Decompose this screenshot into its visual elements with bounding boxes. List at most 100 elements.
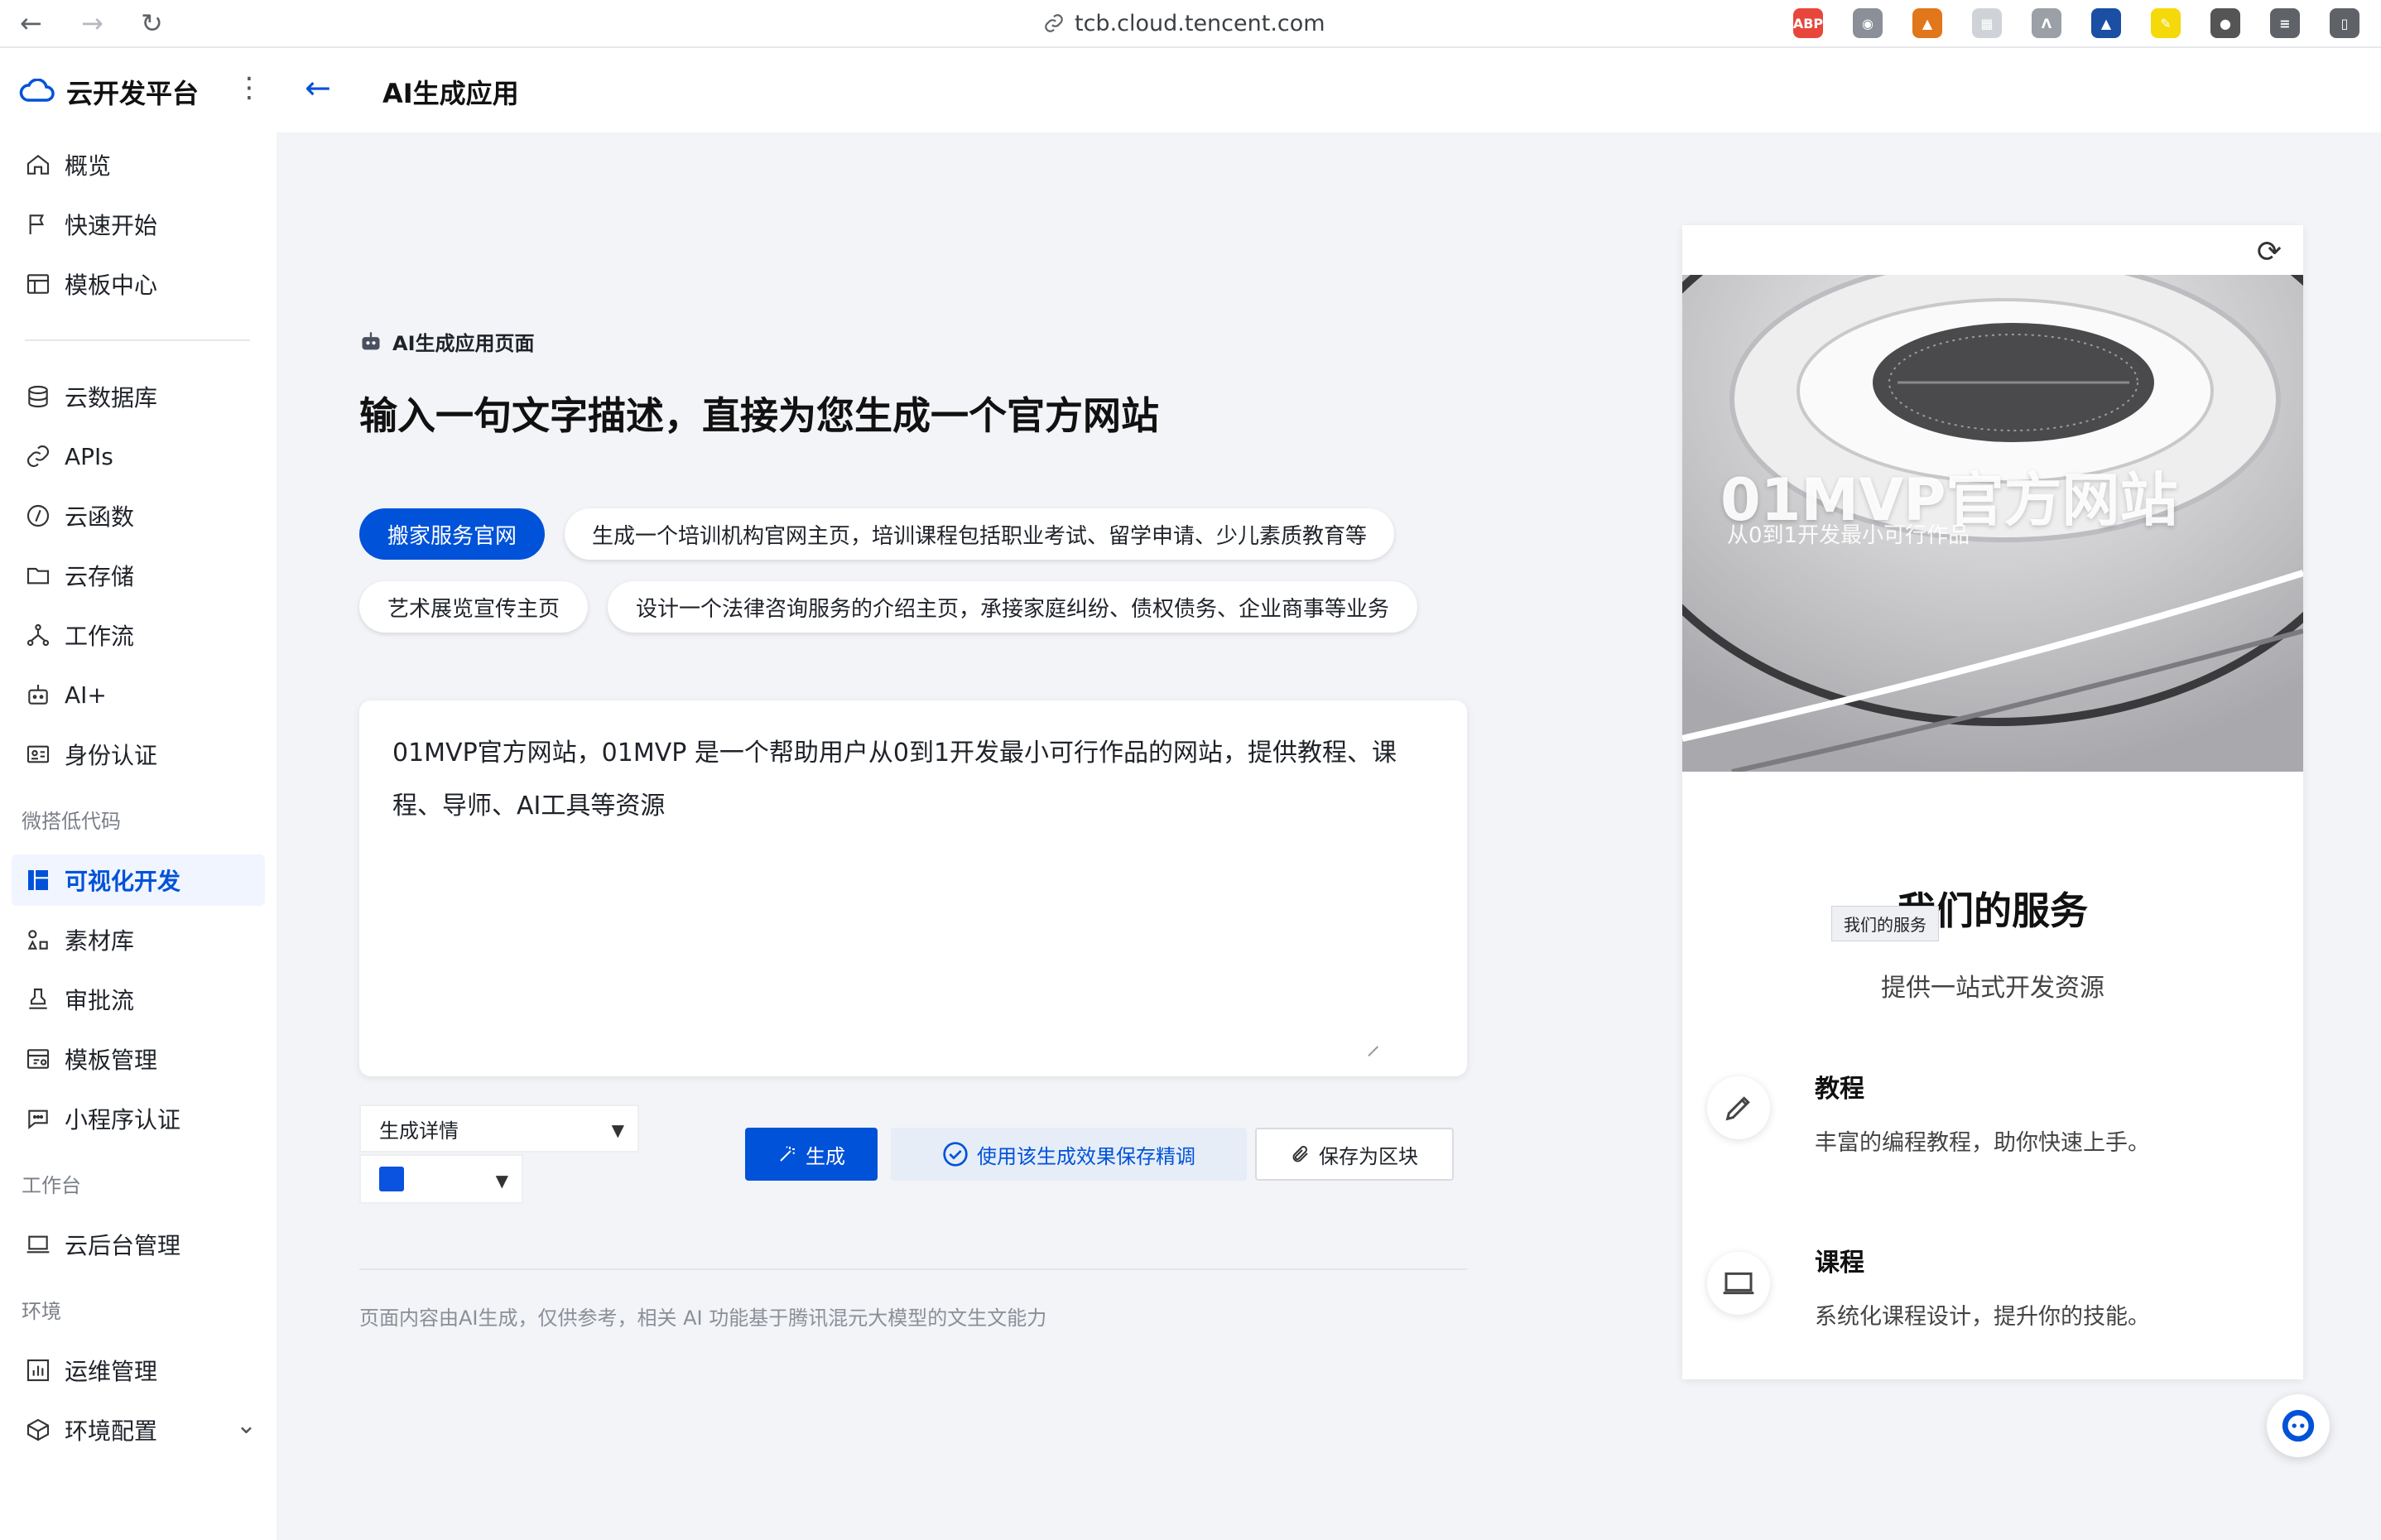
sidebar-item-label: 身份认证 bbox=[65, 742, 158, 769]
resize-handle-icon[interactable] bbox=[1358, 1036, 1379, 1057]
feature-desc: 丰富的编程教程，助你快速上手。 bbox=[1815, 1130, 2150, 1156]
mortarboard-icon[interactable]: ▲ bbox=[2091, 8, 2121, 38]
robot-icon bbox=[23, 680, 53, 710]
color-swatch bbox=[379, 1167, 404, 1191]
save-finetune-button[interactable]: 使用该生成效果保存精调 bbox=[891, 1128, 1247, 1181]
adblock-icon[interactable]: ABP bbox=[1793, 8, 1823, 38]
sidebar-item-label: 审批流 bbox=[65, 987, 135, 1014]
sidebar-item-label: 模板中心 bbox=[65, 272, 158, 299]
section-label-env: 环境 bbox=[22, 1300, 61, 1323]
sidebar-item-cloud-admin[interactable]: 云后台管理 bbox=[12, 1219, 265, 1270]
brand[interactable]: 云开发平台 bbox=[18, 73, 199, 111]
highlighter-icon[interactable]: ✎ bbox=[2151, 8, 2181, 38]
link-icon bbox=[23, 441, 53, 471]
database-icon bbox=[23, 382, 53, 411]
services-tooltip: 我们的服务 bbox=[1831, 906, 1939, 941]
feature-title: 课程 bbox=[1815, 1249, 1864, 1278]
save-finetune-label: 使用该生成效果保存精调 bbox=[977, 1144, 1195, 1168]
sidebar-item-label: 概览 bbox=[65, 152, 112, 180]
sidebar-item-label: 云后台管理 bbox=[65, 1232, 181, 1259]
sidebar-item-label: 运维管理 bbox=[65, 1358, 158, 1385]
chevron-down-icon: ▼ bbox=[495, 1171, 508, 1191]
magic-wand-icon bbox=[780, 1146, 796, 1162]
chat-bubble-icon bbox=[23, 1104, 53, 1133]
sidebar-item-env-config[interactable]: 环境配置 ⌄ bbox=[12, 1404, 265, 1456]
sidebar-item-label: 快速开始 bbox=[65, 212, 158, 239]
fox-icon[interactable]: ▲ bbox=[1912, 8, 1942, 38]
sidebar-item-miniprogram-auth[interactable]: 小程序认证 bbox=[12, 1093, 265, 1144]
home-icon bbox=[23, 150, 53, 180]
check-circle-icon bbox=[943, 1142, 968, 1167]
feature-title: 教程 bbox=[1815, 1075, 1864, 1104]
sidebar-item-template-mgmt[interactable]: 模板管理 bbox=[12, 1033, 265, 1085]
laptop-icon bbox=[23, 1230, 53, 1259]
laptop-icon bbox=[1707, 1252, 1770, 1315]
sidebar-item-visual-dev[interactable]: 可视化开发 bbox=[12, 854, 265, 906]
assistant-chat-button[interactable] bbox=[2267, 1394, 2330, 1457]
sidebar-item-quick-start[interactable]: 快速开始 bbox=[12, 199, 265, 250]
sidebar-item-database[interactable]: 云数据库 bbox=[12, 371, 265, 422]
browser-back-icon[interactable]: ← bbox=[20, 7, 42, 40]
extensions-row: ABP ◉ ▲ ▦ Λ ▲ ✎ ● ≡ ▯ bbox=[1793, 8, 2359, 38]
sidebar-toggle-icon[interactable]: ▯ bbox=[2330, 8, 2359, 38]
bar-chart-icon bbox=[23, 1355, 53, 1385]
stamp-icon bbox=[23, 984, 53, 1014]
suggestion-chip[interactable]: 生成一个培训机构官网主页，培训课程包括职业考试、留学申请、少儿素质教育等 bbox=[565, 508, 1394, 560]
hero-subtitle: 从0到1开发最小可行作品 bbox=[1727, 523, 1970, 548]
suggestion-chip[interactable]: 设计一个法律咨询服务的介绍主页，承接家庭纠纷、债权债务、企业商事等业务 bbox=[608, 581, 1417, 633]
brand-name: 云开发平台 bbox=[66, 78, 200, 109]
section-label-lowcode: 微搭低代码 bbox=[22, 810, 121, 833]
sidebar-item-ops[interactable]: 运维管理 bbox=[12, 1345, 265, 1396]
color-select[interactable]: ▼ bbox=[359, 1154, 523, 1204]
suggestion-chip[interactable]: 搬家服务官网 bbox=[359, 508, 545, 560]
page-header: ← AI生成应用 bbox=[277, 48, 2381, 132]
content-divider bbox=[359, 1268, 1467, 1270]
headline: 输入一句文字描述，直接为您生成一个官方网站 bbox=[359, 393, 1159, 438]
sidebar-item-approval[interactable]: 审批流 bbox=[12, 974, 265, 1025]
sidebar-item-functions[interactable]: 云函数 bbox=[12, 490, 265, 541]
sidebar-item-workflow[interactable]: 工作流 bbox=[12, 609, 265, 661]
generate-button[interactable]: 生成 bbox=[745, 1128, 878, 1181]
url-text: tcb.cloud.tencent.com bbox=[1075, 10, 1325, 36]
feature-desc: 系统化课程设计，提升你的技能。 bbox=[1815, 1304, 2150, 1330]
browser-forward-icon[interactable]: → bbox=[81, 7, 103, 40]
camera-icon[interactable]: ◉ bbox=[1853, 8, 1883, 38]
sidebar-item-label: 模板管理 bbox=[65, 1047, 158, 1074]
sidebar-item-label: 工作流 bbox=[65, 623, 135, 650]
sidebar-item-label: 云函数 bbox=[65, 503, 135, 531]
sidebar-item-apis[interactable]: APIs bbox=[12, 431, 265, 482]
equalizer-icon[interactable]: ≡ bbox=[2270, 8, 2300, 38]
peak-icon[interactable]: Λ bbox=[2032, 8, 2061, 38]
address-bar[interactable]: tcb.cloud.tencent.com bbox=[1043, 8, 1325, 38]
template-icon bbox=[23, 269, 53, 299]
cloud-logo-icon bbox=[19, 79, 55, 102]
back-arrow-icon[interactable]: ← bbox=[305, 70, 331, 106]
refresh-icon[interactable]: ⟳ bbox=[2257, 235, 2282, 269]
suggestion-chip[interactable]: 艺术展览宣传主页 bbox=[359, 581, 588, 633]
prompt-textarea[interactable]: 01MVP官方网站，01MVP 是一个帮助用户从0到1开发最小可行作品的网站，提… bbox=[359, 700, 1467, 1076]
sidebar-item-identity[interactable]: 身份认证 bbox=[12, 729, 265, 780]
sidebar-item-template-center[interactable]: 模板中心 bbox=[12, 258, 265, 310]
function-icon bbox=[23, 501, 53, 531]
avatar-ext-icon[interactable]: ● bbox=[2210, 8, 2240, 38]
chevron-down-icon[interactable]: ⌄ bbox=[236, 1411, 257, 1440]
section-label-workbench: 工作台 bbox=[22, 1174, 81, 1197]
flag-icon bbox=[23, 209, 53, 239]
generate-label: 生成 bbox=[806, 1144, 845, 1168]
sidebar-item-ai-plus[interactable]: AI+ bbox=[12, 669, 265, 720]
sidebar-item-materials[interactable]: 素材库 bbox=[12, 914, 265, 965]
save-block-label: 保存为区块 bbox=[1319, 1144, 1418, 1168]
grid-icon[interactable]: ▦ bbox=[1972, 8, 2002, 38]
browser-reload-icon[interactable]: ↻ bbox=[141, 7, 163, 40]
chat-bot-icon bbox=[2282, 1409, 2315, 1442]
sidebar-item-label: APIs bbox=[65, 442, 113, 470]
prompt-value[interactable]: 01MVP官方网站，01MVP 是一个帮助用户从0到1开发最小可行作品的网站，提… bbox=[392, 727, 1419, 833]
sidebar-item-overview[interactable]: 概览 bbox=[12, 139, 265, 190]
detail-select[interactable]: 生成详情 ▼ bbox=[359, 1104, 639, 1153]
sidebar-item-storage[interactable]: 云存储 bbox=[12, 550, 265, 601]
more-menu-icon[interactable]: ⋮ bbox=[235, 71, 263, 104]
sidebar-item-label: AI+ bbox=[65, 681, 107, 709]
sidebar-item-label: 小程序认证 bbox=[65, 1106, 181, 1133]
save-block-button[interactable]: 保存为区块 bbox=[1255, 1128, 1454, 1181]
pencil-icon bbox=[1707, 1076, 1770, 1139]
